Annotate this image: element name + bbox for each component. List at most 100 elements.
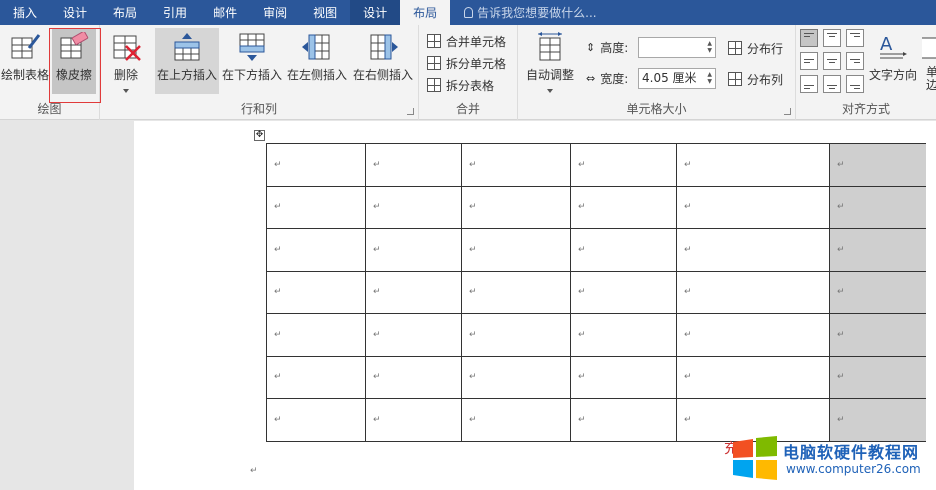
table-cell[interactable]: ↵ <box>829 398 926 442</box>
table-cell[interactable]: ↵ <box>676 313 830 357</box>
tab-table-layout[interactable]: 布局 <box>400 0 451 25</box>
table-cell[interactable]: ↵ <box>461 270 571 314</box>
cell-margins-icon <box>922 37 936 59</box>
table-cell[interactable]: ↵ <box>829 228 926 272</box>
table-cell[interactable]: ↵ <box>461 355 571 399</box>
align-center-left-icon[interactable] <box>800 52 818 70</box>
table-cell[interactable]: ↵ <box>266 185 366 229</box>
table-cell[interactable]: ↵ <box>676 143 830 187</box>
tab-table-design[interactable]: 设计 <box>350 0 401 25</box>
table-cell[interactable]: ↵ <box>461 228 571 272</box>
group-merge: 合并单元格 拆分单元格 拆分表格 合并 <box>419 25 518 120</box>
table-cell[interactable]: ↵ <box>365 228 462 272</box>
distribute-columns-icon <box>728 72 742 86</box>
group-cell-size: 自动调整 ⇕ 高度: ▲ ▼ ⇔ 宽度: 4.05 厘米 ▲ ▼ 分布行 分布列 单… <box>518 25 796 120</box>
chevron-down-icon <box>123 89 129 93</box>
align-bottom-left-icon[interactable] <box>800 75 818 93</box>
table-cell[interactable]: ↵ <box>570 143 677 187</box>
align-center-icon[interactable] <box>823 52 841 70</box>
height-input[interactable]: ▲ ▼ <box>638 37 716 58</box>
distribute-rows-button[interactable]: 分布行 <box>728 38 783 58</box>
table-cell[interactable]: ↵ <box>365 313 462 357</box>
table-row: ↵ ↵ ↵ ↵ ↵ ↵ <box>266 143 926 187</box>
table-cell[interactable]: ↵ <box>266 143 366 187</box>
table-move-handle-icon[interactable]: ✥ <box>254 130 265 141</box>
insert-above-button[interactable]: 在上方插入 <box>155 28 219 94</box>
table-cell[interactable]: ↵ <box>266 398 366 442</box>
group-label-alignment: 对齐方式 <box>841 102 890 116</box>
table-cell[interactable]: ↵ <box>266 270 366 314</box>
insert-left-button[interactable]: 在左侧插入 <box>285 28 349 94</box>
align-center-right-icon[interactable] <box>846 52 864 70</box>
alignment-grid <box>800 29 864 93</box>
align-top-left-icon[interactable] <box>800 29 818 47</box>
table-cell[interactable]: ↵ <box>365 185 462 229</box>
group-label-rows-columns: 行和列 <box>240 102 277 116</box>
table-cell[interactable]: ↵ <box>676 355 830 399</box>
table-cell[interactable]: ↵ <box>461 185 571 229</box>
tab-view[interactable]: 视图 <box>300 0 350 25</box>
align-top-right-icon[interactable] <box>846 29 864 47</box>
table-cell[interactable]: ↵ <box>461 313 571 357</box>
table-cell[interactable]: ↵ <box>570 185 677 229</box>
row-height-icon: ⇕ <box>586 40 596 54</box>
table-cell[interactable]: ↵ <box>365 143 462 187</box>
table-cell[interactable]: ↵ <box>570 355 677 399</box>
table-cell[interactable]: ↵ <box>829 185 926 229</box>
insert-right-button[interactable]: 在右侧插入 <box>351 28 415 94</box>
table-cell[interactable]: ↵ <box>365 398 462 442</box>
table-cell[interactable]: ↵ <box>676 185 830 229</box>
split-table-button[interactable]: 拆分表格 <box>427 75 494 95</box>
table-row: ↵ ↵ ↵ ↵ ↵ ↵ <box>266 270 926 314</box>
table-cell[interactable]: ↵ <box>676 270 830 314</box>
table-cell[interactable]: ↵ <box>365 270 462 314</box>
autofit-button[interactable]: 自动调整 <box>522 28 578 94</box>
distribute-columns-button[interactable]: 分布列 <box>728 69 783 89</box>
column-width-icon: ⇔ <box>586 71 596 85</box>
table-cell[interactable]: ↵ <box>829 355 926 399</box>
tab-layout[interactable]: 布局 <box>100 0 150 25</box>
table-cell[interactable]: ↵ <box>829 143 926 187</box>
table-cell[interactable]: ↵ <box>829 270 926 314</box>
table-cell[interactable]: ↵ <box>676 398 830 442</box>
table-cell[interactable]: ↵ <box>570 270 677 314</box>
ribbon-tab-bar: 插入 设计 布局 引用 邮件 审阅 视图 设计 布局 告诉我您想要做什么... <box>0 0 936 25</box>
table-cell[interactable]: ↵ <box>365 355 462 399</box>
dialog-launcher-icon[interactable] <box>784 108 791 115</box>
table-cell[interactable]: ↵ <box>461 143 571 187</box>
tab-design[interactable]: 设计 <box>50 0 100 25</box>
merge-cells-button[interactable]: 合并单元格 <box>427 31 506 51</box>
delete-button[interactable]: 删除 <box>106 28 146 94</box>
table-row: ↵ ↵ ↵ ↵ ↵ ↵ <box>266 228 926 272</box>
text-direction-button[interactable]: A 文字方向 <box>866 28 920 94</box>
spinner-arrows-icon[interactable]: ▲ ▼ <box>707 71 712 85</box>
width-input[interactable]: 4.05 厘米 ▲ ▼ <box>638 68 716 89</box>
table-cell[interactable]: ↵ <box>266 355 366 399</box>
table-row: ↵ ↵ ↵ ↵ ↵ ↵ <box>266 355 926 399</box>
table-cell[interactable]: ↵ <box>570 398 677 442</box>
tab-references[interactable]: 引用 <box>150 0 200 25</box>
draw-table-button[interactable]: 绘制表格 <box>1 28 49 94</box>
tab-mailings[interactable]: 邮件 <box>200 0 250 25</box>
align-top-center-icon[interactable] <box>823 29 841 47</box>
dialog-launcher-icon[interactable] <box>407 108 414 115</box>
document-table[interactable]: ↵ ↵ ↵ ↵ ↵ ↵ ↵ ↵ ↵ ↵ ↵ ↵ ↵ ↵ ↵ ↵ ↵ ↵ ↵ ↵ ↵ ↵ ↵ ↵ ↵ ↵ ↵ ↵ ↵ ↵ ↵ ↵ ↵ ↵ ↵ ↵ ↵ ↵ ↵ ↵… <box>266 143 926 442</box>
cell-margins-button[interactable]: 单 边 <box>922 28 936 94</box>
align-bottom-right-icon[interactable] <box>846 75 864 93</box>
table-cell[interactable]: ↵ <box>829 313 926 357</box>
insert-right-icon <box>370 34 398 60</box>
align-bottom-center-icon[interactable] <box>823 75 841 93</box>
split-cells-icon <box>427 56 441 70</box>
spinner-arrows-icon[interactable]: ▲ ▼ <box>707 40 712 54</box>
table-cell[interactable]: ↵ <box>570 313 677 357</box>
insert-below-button[interactable]: 在下方插入 <box>221 28 283 94</box>
tab-insert[interactable]: 插入 <box>0 0 50 25</box>
split-cells-button[interactable]: 拆分单元格 <box>427 53 506 73</box>
tell-me-box[interactable]: 告诉我您想要做什么... <box>450 0 597 25</box>
table-cell[interactable]: ↵ <box>461 398 571 442</box>
table-cell[interactable]: ↵ <box>676 228 830 272</box>
tab-review[interactable]: 审阅 <box>250 0 300 25</box>
table-cell[interactable]: ↵ <box>266 228 366 272</box>
table-cell[interactable]: ↵ <box>266 313 366 357</box>
table-cell[interactable]: ↵ <box>570 228 677 272</box>
